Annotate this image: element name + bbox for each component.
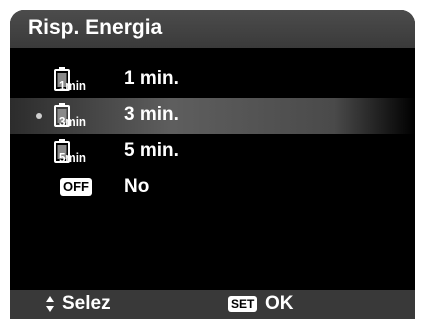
icon-label: 1min: [59, 78, 86, 93]
battery-timer-icon: 5min: [54, 139, 86, 165]
battery-timer-icon: 1min: [54, 67, 86, 93]
up-down-arrow-icon: [46, 296, 54, 312]
set-button-icon: SET: [228, 296, 258, 312]
option-label: 5 min.: [124, 140, 179, 161]
lcd-screen: Risp. Energia 1min 1 min. 3min 3 min. 5m…: [10, 10, 415, 319]
footer-bar: Selez SET OK: [10, 290, 415, 319]
option-3-min[interactable]: 3min 3 min.: [10, 98, 415, 134]
page-title: Risp. Energia: [28, 16, 163, 39]
select-hint: Selez: [62, 293, 111, 314]
icon-label: 5min: [59, 150, 86, 165]
ok-hint: OK: [265, 293, 294, 314]
option-label: 1 min.: [124, 68, 179, 89]
power-save-options: 1min 1 min. 3min 3 min. 5min 5 min. OFF …: [10, 62, 415, 206]
option-5-min[interactable]: 5min 5 min.: [10, 134, 415, 170]
selected-bullet-icon: [36, 113, 42, 119]
battery-timer-icon: 3min: [54, 103, 86, 129]
option-no[interactable]: OFF No: [10, 170, 415, 206]
icon-label: 3min: [59, 114, 86, 129]
option-1-min[interactable]: 1min 1 min.: [10, 62, 415, 98]
off-icon: OFF: [60, 178, 92, 196]
option-label: No: [124, 176, 150, 197]
option-label: 3 min.: [124, 104, 179, 125]
menu-header: Risp. Energia: [10, 10, 415, 48]
